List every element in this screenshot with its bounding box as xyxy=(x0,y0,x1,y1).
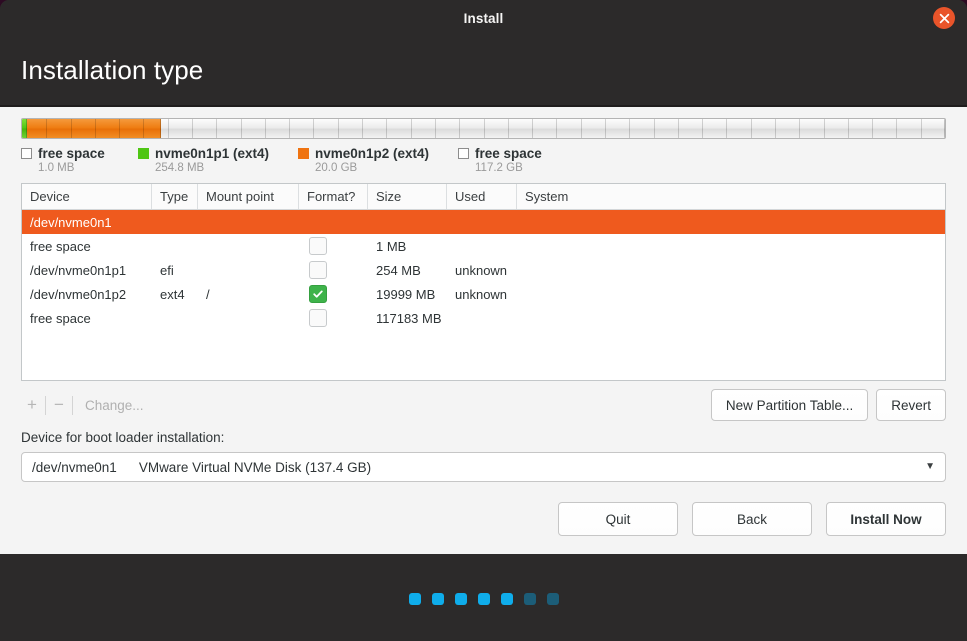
table-cell-format xyxy=(299,309,368,327)
table-column-header[interactable]: Device xyxy=(22,184,152,209)
format-checkbox[interactable] xyxy=(309,237,327,255)
table-actions-right: New Partition Table... Revert xyxy=(710,389,946,421)
install-now-button[interactable]: Install Now xyxy=(826,502,946,536)
table-row[interactable]: free space 117183 MB xyxy=(22,306,945,330)
table-cell-device: /dev/nvme0n1p1 xyxy=(30,262,127,278)
progress-dot xyxy=(408,592,421,605)
table-cell-format xyxy=(299,261,368,279)
legend-item: free space 1.0 MB xyxy=(21,146,138,174)
table-cell-size: 254 MB xyxy=(376,262,421,278)
table-cell-device: /dev/nvme0n1 xyxy=(30,214,112,230)
table-column-header[interactable]: Type xyxy=(152,184,198,209)
actions-divider-1 xyxy=(45,395,46,415)
table-cell-used: unknown xyxy=(455,262,508,278)
bootloader-device-select[interactable]: /dev/nvme0n1 VMware Virtual NVMe Disk (1… xyxy=(21,452,946,482)
navigation-buttons: Quit Back Install Now xyxy=(21,502,946,536)
table-cell-size: 1 MB xyxy=(376,238,407,254)
partition-bar-wrap xyxy=(21,107,946,139)
remove-partition-button[interactable]: − xyxy=(48,393,70,417)
install-window: Install Installation type free space 1.0 … xyxy=(0,0,967,641)
table-cell-type: ext4 xyxy=(160,286,185,302)
window-title: Install xyxy=(463,10,504,26)
table-column-header[interactable]: System xyxy=(517,184,945,209)
progress-dot xyxy=(546,592,559,605)
chevron-down-icon: ▼ xyxy=(925,461,935,472)
partition-table: Device Type Mount point Format? Size Used Syst… xyxy=(21,183,946,381)
table-row[interactable]: free space 1 MB xyxy=(22,234,945,258)
legend-size: 1.0 MB xyxy=(38,162,75,174)
bootloader-device-name: /dev/nvme0n1 xyxy=(32,459,117,475)
table-cell-size: 117183 MB xyxy=(376,310,442,326)
table-cell-device: free space xyxy=(30,238,91,254)
table-column-header[interactable]: Size xyxy=(368,184,447,209)
table-row[interactable]: /dev/nvme0n1p1 efi 254 MB unknown xyxy=(22,258,945,282)
legend-item: nvme0n1p2 (ext4) 20.0 GB xyxy=(298,146,458,174)
table-cell-mount: / xyxy=(206,286,210,302)
back-button[interactable]: Back xyxy=(692,502,812,536)
page-header: Installation type xyxy=(0,36,967,107)
table-cell-device: free space xyxy=(30,310,91,326)
bootloader-label: Device for boot loader installation: xyxy=(21,430,225,445)
main-content: free space 1.0 MB nvme0n1p1 (ext4) 254.8 MB… xyxy=(0,107,967,554)
legend-color-swatch xyxy=(21,148,32,159)
close-icon[interactable] xyxy=(933,7,955,29)
page-title: Installation type xyxy=(21,55,204,85)
legend-item: nvme0n1p1 (ext4) 254.8 MB xyxy=(138,146,298,174)
new-partition-table-button[interactable]: New Partition Table... xyxy=(710,389,869,421)
format-checkbox[interactable] xyxy=(309,261,327,279)
legend-item: free space 117.2 GB xyxy=(458,146,618,174)
table-cell-used: unknown xyxy=(455,286,508,302)
table-cell-size: 19999 MB xyxy=(376,286,436,302)
actions-divider-2 xyxy=(72,395,73,415)
partition-usage-bar[interactable] xyxy=(21,118,946,139)
table-column-header[interactable]: Format? xyxy=(299,184,368,209)
legend-label: nvme0n1p2 (ext4) xyxy=(315,146,430,161)
table-actions: + − Change... New Partition Table... Rev… xyxy=(21,389,946,421)
progress-indicator xyxy=(0,554,967,641)
format-checkbox[interactable] xyxy=(309,285,327,303)
table-cell-format xyxy=(299,285,368,303)
partition-legend: free space 1.0 MB nvme0n1p1 (ext4) 254.8 MB… xyxy=(21,146,946,174)
legend-size: 20.0 GB xyxy=(315,162,358,174)
table-cell-type: efi xyxy=(160,262,174,278)
table-cell-format xyxy=(299,237,368,255)
table-body: /dev/nvme0n1 free space 1 MB/dev/nvme0n1p1… xyxy=(22,210,945,330)
table-row[interactable]: /dev/nvme0n1p2 ext4 / 19999 MB unknown xyxy=(22,282,945,306)
legend-color-swatch xyxy=(458,148,469,159)
add-partition-button[interactable]: + xyxy=(21,393,43,417)
table-row[interactable]: /dev/nvme0n1 xyxy=(22,210,945,234)
progress-dot xyxy=(523,592,536,605)
format-checkbox[interactable] xyxy=(309,309,327,327)
legend-label: free space xyxy=(475,146,542,161)
table-column-header[interactable]: Mount point xyxy=(198,184,299,209)
table-cell-device: /dev/nvme0n1p2 xyxy=(30,286,127,302)
partition-segment[interactable] xyxy=(27,119,161,138)
title-bar: Install xyxy=(0,0,967,36)
partition-segment[interactable] xyxy=(160,119,945,138)
legend-size: 117.2 GB xyxy=(475,162,523,174)
legend-label: free space xyxy=(38,146,105,161)
legend-color-swatch xyxy=(298,148,309,159)
legend-label: nvme0n1p1 (ext4) xyxy=(155,146,270,161)
legend-size: 254.8 MB xyxy=(155,162,205,174)
progress-dot xyxy=(500,592,513,605)
bootloader-device-description: VMware Virtual NVMe Disk (137.4 GB) xyxy=(138,459,372,475)
table-header-row: Device Type Mount point Format? Size Used Syst… xyxy=(22,184,945,210)
progress-dot xyxy=(477,592,490,605)
change-button[interactable]: Change... xyxy=(85,398,144,413)
revert-button[interactable]: Revert xyxy=(876,389,946,421)
progress-dot xyxy=(454,592,467,605)
legend-color-swatch xyxy=(138,148,149,159)
progress-dot xyxy=(431,592,444,605)
table-column-header[interactable]: Used xyxy=(447,184,517,209)
quit-button[interactable]: Quit xyxy=(558,502,678,536)
